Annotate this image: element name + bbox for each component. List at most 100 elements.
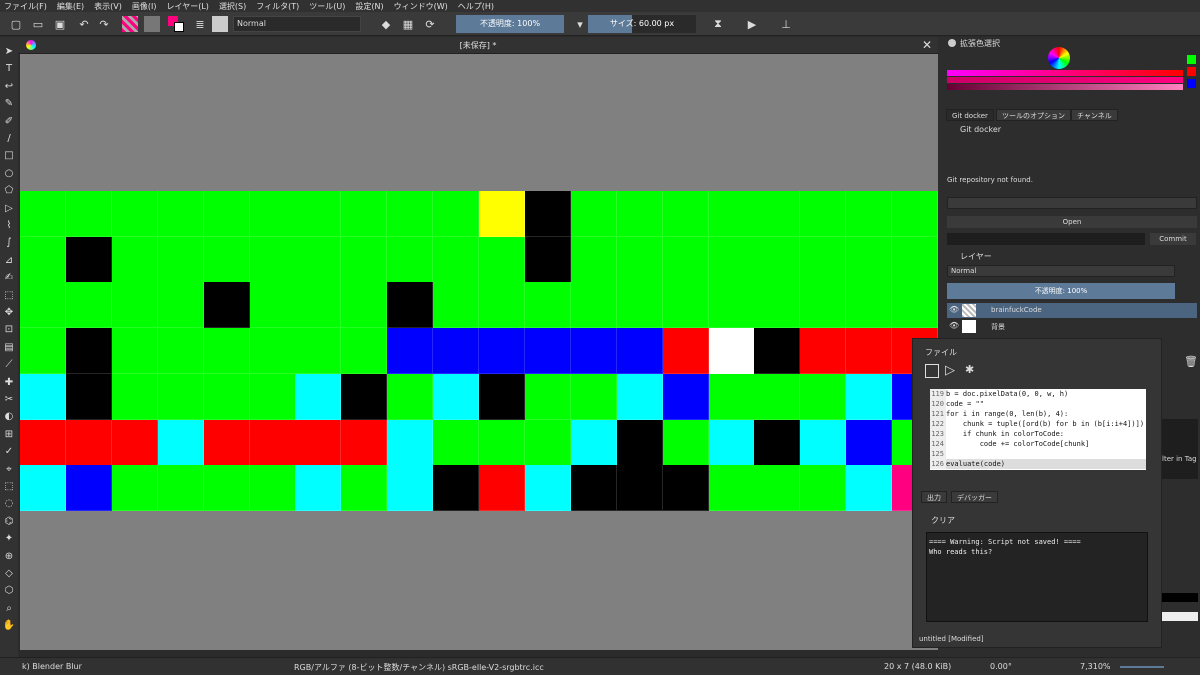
pixel-cell[interactable] <box>341 191 388 237</box>
freehand-brush-icon[interactable]: ✐ <box>2 115 16 129</box>
brush-presets-icon[interactable]: ≣ <box>192 16 208 32</box>
pixel-cell[interactable] <box>708 236 755 283</box>
pixel-cell[interactable] <box>111 191 158 237</box>
layer-row[interactable]: 👁 brainfuckCode <box>947 303 1197 318</box>
pixel-cell[interactable] <box>387 236 434 283</box>
pixel-cell[interactable] <box>708 328 755 375</box>
pixel-cell[interactable] <box>65 236 112 283</box>
pixel-cell[interactable] <box>20 282 66 329</box>
commit-message-input[interactable] <box>947 233 1145 245</box>
pixel-cell[interactable] <box>249 282 296 329</box>
pixel-cell[interactable] <box>157 419 204 466</box>
select-shapes-icon[interactable]: ➤ <box>2 45 16 59</box>
pixel-cell[interactable] <box>203 328 250 375</box>
layer-blend-mode-select[interactable]: Normal <box>947 265 1175 277</box>
crop-icon[interactable]: ⬚ <box>2 289 16 303</box>
pixel-cell[interactable] <box>341 465 388 512</box>
pixel-cell[interactable] <box>570 465 617 512</box>
pixel-cell[interactable] <box>249 236 296 283</box>
eye-icon[interactable]: 👁 <box>949 321 959 330</box>
pixel-cell[interactable] <box>708 373 755 420</box>
undo-icon[interactable]: ↶ <box>76 16 92 32</box>
pixel-cell[interactable] <box>754 191 801 237</box>
new-document-icon[interactable]: ▢ <box>8 16 24 32</box>
pixel-cell[interactable] <box>846 328 893 375</box>
color-picker-icon[interactable]: ⟋ <box>2 358 16 372</box>
pixel-cell[interactable] <box>157 282 204 329</box>
pixel-cell[interactable] <box>570 419 617 466</box>
pixel-cell[interactable] <box>295 236 342 283</box>
color-wheel[interactable] <box>1048 47 1070 69</box>
pixel-cell[interactable] <box>65 373 112 420</box>
pixel-cell[interactable] <box>570 191 617 237</box>
pixel-cell[interactable] <box>616 465 663 512</box>
close-document-icon[interactable]: ✕ <box>922 38 932 52</box>
reference-icon[interactable]: ✓ <box>2 445 16 459</box>
pixel-cell[interactable] <box>111 419 158 466</box>
contiguous-select-icon[interactable]: ✦ <box>2 532 16 546</box>
tab-channels[interactable]: チャンネル <box>1071 109 1118 121</box>
pixel-cell[interactable] <box>20 419 66 466</box>
pixel-cell[interactable] <box>662 465 709 512</box>
saturation-strip[interactable] <box>947 77 1183 83</box>
zoom-value[interactable]: 7,310% <box>1080 662 1111 671</box>
pixel-cell[interactable] <box>65 419 112 466</box>
pixel-cell[interactable] <box>249 373 296 420</box>
pixel-cell[interactable] <box>570 328 617 375</box>
pixel-cell[interactable] <box>111 236 158 283</box>
pixel-cell[interactable] <box>616 236 663 283</box>
pixel-cell[interactable] <box>846 191 893 237</box>
pixel-cell[interactable] <box>433 236 480 283</box>
opacity-dropdown-icon[interactable]: ▾ <box>572 16 588 32</box>
pixel-cell[interactable] <box>387 328 434 375</box>
pixel-cell[interactable] <box>800 328 847 375</box>
pixel-cell[interactable] <box>433 419 480 466</box>
pixel-cell[interactable] <box>800 282 847 329</box>
clear-button[interactable]: クリア <box>931 515 955 526</box>
mirror-vertical-icon[interactable]: ▶ <box>744 16 760 32</box>
pixel-cell[interactable] <box>524 236 571 283</box>
pixel-cell[interactable] <box>662 419 709 466</box>
dynamic-brush-icon[interactable]: ⊿ <box>2 254 16 268</box>
gradient-icon[interactable]: ▤ <box>2 341 16 355</box>
pixel-cell[interactable] <box>341 282 388 329</box>
pixel-cell[interactable] <box>479 419 525 466</box>
eraser-icon[interactable]: ◆ <box>378 16 394 32</box>
background-color-box[interactable] <box>1160 612 1198 621</box>
pixel-cell[interactable] <box>892 282 938 329</box>
mirror-horizontal-icon[interactable]: ⧗ <box>710 16 726 32</box>
pixel-grid[interactable] <box>20 191 938 512</box>
value-strip[interactable] <box>947 84 1183 90</box>
pixel-cell[interactable] <box>479 236 525 283</box>
pixel-cell[interactable] <box>570 373 617 420</box>
pixel-cell[interactable] <box>111 373 158 420</box>
pixel-cell[interactable] <box>524 328 571 375</box>
pixel-cell[interactable] <box>892 236 938 283</box>
open-script-icon[interactable] <box>925 364 939 378</box>
pixel-cell[interactable] <box>570 236 617 283</box>
run-icon[interactable]: ▷ <box>945 363 955 378</box>
pixel-cell[interactable] <box>111 328 158 375</box>
pixel-cell[interactable] <box>341 419 388 466</box>
git-branch-select[interactable] <box>947 197 1197 209</box>
pixel-cell[interactable] <box>524 465 571 512</box>
pixel-cell[interactable] <box>65 465 112 512</box>
pixel-cell[interactable] <box>203 373 250 420</box>
pixel-cell[interactable] <box>524 282 571 329</box>
tab-git-docker[interactable]: Git docker <box>946 109 994 121</box>
pixel-cell[interactable] <box>433 465 480 512</box>
pixel-cell[interactable] <box>846 282 893 329</box>
pixel-cell[interactable] <box>800 465 847 512</box>
pixel-cell[interactable] <box>203 419 250 466</box>
pixel-cell[interactable] <box>800 191 847 237</box>
pixel-cell[interactable] <box>616 419 663 466</box>
brush-size-slider[interactable]: サイズ: 60.00 px <box>588 15 696 33</box>
pixel-cell[interactable] <box>295 191 342 237</box>
pixel-cell[interactable] <box>754 373 801 420</box>
pixel-cell[interactable] <box>708 282 755 329</box>
pixel-cell[interactable] <box>708 465 755 512</box>
polygon-icon[interactable]: ⬠ <box>2 184 16 198</box>
pixel-cell[interactable] <box>203 465 250 512</box>
pixel-cell[interactable] <box>433 328 480 375</box>
fill-icon[interactable]: ✂ <box>2 393 16 407</box>
